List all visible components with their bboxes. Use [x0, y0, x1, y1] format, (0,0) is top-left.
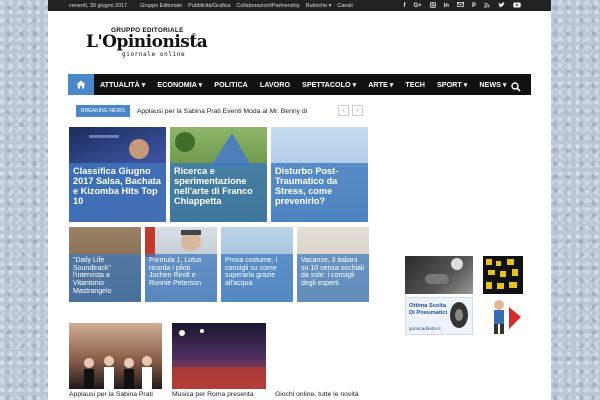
- home-icon: [76, 80, 86, 89]
- top-links: Gruppo Editoriale Pubblicità/Grafica Col…: [140, 3, 353, 9]
- logo-main-text: L'Opinionista: [86, 32, 208, 52]
- home-button[interactable]: [68, 74, 94, 95]
- ad-tires-line1: Ottima Scelta: [409, 303, 447, 309]
- next-arrow-button[interactable]: ›: [352, 105, 363, 116]
- linkedin-icon[interactable]: in: [444, 3, 449, 9]
- nav-item-news[interactable]: NEWS ▾: [473, 80, 512, 89]
- top-link-pubblicita[interactable]: Pubblicità/Grafica: [188, 3, 230, 9]
- logo-sub-text: giornale online: [122, 51, 186, 58]
- featured-tile[interactable]: Classifica Giugno 2017 Salsa, Bachata e …: [69, 127, 166, 222]
- news-tile-title: Formula 1, Lotus ricorda i piloti Jochen…: [145, 254, 217, 302]
- article-title[interactable]: Applausi per la Sabina Prati: [69, 391, 153, 398]
- social-links: f G+ in P: [403, 0, 521, 11]
- logo-reg-mark: ®: [192, 33, 196, 39]
- news-tile-title: Vacanze, 3 italiani su 10 senza occhiali…: [297, 254, 369, 302]
- nav-item-sport[interactable]: SPORT ▾: [431, 80, 473, 89]
- breaking-news-text[interactable]: Applausi per la Sabina Prati Eventi Moda…: [137, 108, 307, 115]
- twitter-icon[interactable]: [498, 1, 505, 10]
- breaking-news-bar: BREAKING NEWS Applausi per la Sabina Pra…: [76, 105, 307, 117]
- nav-item-arte[interactable]: ARTE ▾: [362, 80, 399, 89]
- ad-figure[interactable]: [483, 297, 523, 335]
- top-link-collaborazioni[interactable]: Collaborazioni/Partnership: [236, 3, 299, 9]
- news-tile[interactable]: Formula 1, Lotus ricorda i piloti Jochen…: [145, 227, 217, 302]
- top-bar: venerdì, 30 giugno 2017 Gruppo Editorial…: [48, 0, 551, 11]
- top-link-gruppo[interactable]: Gruppo Editoriale: [140, 3, 182, 9]
- article-title[interactable]: Musica per Roma presenta: [172, 391, 254, 398]
- nav-item-attualita[interactable]: ATTUALITÀ ▾: [94, 80, 151, 89]
- top-link-rubriche[interactable]: Rubriche ▾: [306, 3, 332, 9]
- rss-icon[interactable]: [484, 2, 490, 10]
- pinterest-icon[interactable]: P: [472, 3, 476, 9]
- mail-icon[interactable]: [457, 2, 464, 9]
- article-thumbnail[interactable]: [172, 323, 266, 389]
- page-container: venerdì, 30 giugno 2017 Gruppo Editorial…: [48, 0, 551, 400]
- ad-tires-line2: Di Pneumatici: [409, 310, 448, 316]
- article-title[interactable]: Giochi online, tutte le novità: [275, 391, 359, 398]
- ad-cctv[interactable]: [405, 256, 473, 294]
- breaking-arrows: ‹ ›: [338, 105, 363, 116]
- facebook-icon[interactable]: f: [403, 3, 405, 9]
- news-tile[interactable]: "Daily Life Soundtrack" l'intervista a V…: [69, 227, 141, 302]
- nav-item-economia[interactable]: ECONOMIA ▾: [151, 80, 208, 89]
- article-thumbnail[interactable]: [69, 323, 162, 389]
- search-icon[interactable]: [511, 79, 521, 97]
- featured-tile[interactable]: Disturbo Post-Traumatico da Stress, come…: [271, 127, 368, 222]
- ad-tires-brand: gommadiretto.it: [409, 326, 441, 331]
- nav-item-tech[interactable]: TECH: [399, 80, 431, 89]
- date-label: venerdì, 30 giugno 2017: [69, 2, 128, 9]
- ad-tires[interactable]: Ottima Scelta Di Pneumatici gommadiretto…: [405, 297, 473, 335]
- featured-tile-title: Classifica Giugno 2017 Salsa, Bachata e …: [69, 163, 166, 222]
- news-tile[interactable]: Prova costume, i consigli su come supera…: [221, 227, 293, 302]
- instagram-icon[interactable]: [429, 1, 436, 10]
- nav-item-politica[interactable]: POLITICA: [208, 80, 254, 89]
- ad-pattern[interactable]: [483, 256, 523, 294]
- featured-tile[interactable]: Ricerca e sperimentazione nell'arte di F…: [170, 127, 267, 222]
- breaking-news-badge: BREAKING NEWS: [76, 105, 130, 117]
- nav-item-lavoro[interactable]: LAVORO: [254, 80, 296, 89]
- nav-item-spettacolo[interactable]: SPETTACOLO ▾: [296, 80, 362, 89]
- youtube-icon[interactable]: [513, 2, 521, 10]
- top-link-canali[interactable]: Canali: [337, 3, 352, 9]
- featured-tile-title: Ricerca e sperimentazione nell'arte di F…: [170, 163, 267, 222]
- main-nav: ATTUALITÀ ▾ ECONOMIA ▾ POLITICA LAVORO S…: [68, 74, 531, 95]
- googleplus-icon[interactable]: G+: [413, 3, 421, 9]
- featured-tile-title: Disturbo Post-Traumatico da Stress, come…: [271, 163, 368, 222]
- tire-icon: [450, 302, 468, 328]
- news-tile-title: "Daily Life Soundtrack" l'intervista a V…: [69, 254, 141, 302]
- news-tile[interactable]: Vacanze, 3 italiani su 10 senza occhiali…: [297, 227, 369, 302]
- news-tile-title: Prova costume, i consigli su come supera…: [221, 254, 293, 302]
- site-logo[interactable]: GRUPPO EDITORIALE L'Opinionista ® giorna…: [86, 27, 208, 59]
- prev-arrow-button[interactable]: ‹: [338, 105, 349, 116]
